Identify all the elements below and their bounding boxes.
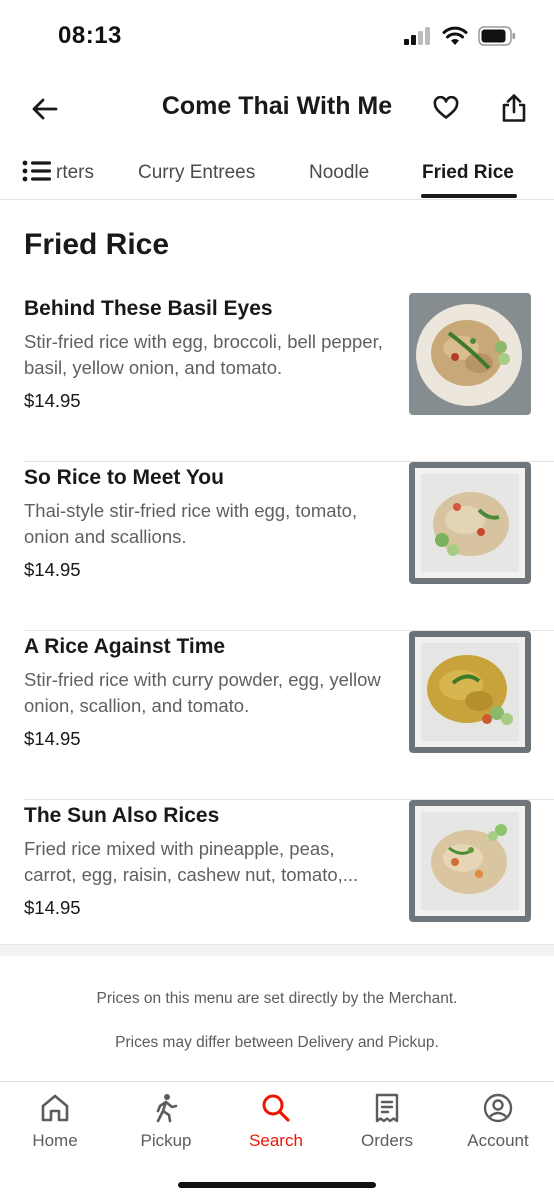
category-tabs: Starters Curry Entrees Noodle Fried Rice: [0, 150, 554, 200]
home-icon: [39, 1092, 71, 1124]
tab-curry-entrees[interactable]: Curry Entrees: [138, 162, 255, 184]
status-time: 08:13: [58, 22, 122, 49]
item-name: Behind These Basil Eyes: [24, 297, 273, 320]
signal-icon: [404, 27, 430, 45]
menu-item[interactable]: A Rice Against Time Stir-fried rice with…: [0, 631, 554, 800]
battery-icon: [478, 26, 515, 46]
item-price: $14.95: [24, 728, 81, 749]
store-header: Come Thai With Me: [0, 84, 554, 132]
share-icon: [502, 94, 526, 122]
category-list-button[interactable]: [22, 160, 56, 184]
nav-home[interactable]: Home: [5, 1092, 105, 1151]
item-name: A Rice Against Time: [24, 635, 226, 658]
nav-orders[interactable]: Orders: [337, 1092, 437, 1151]
tab-noodle[interactable]: Noodle: [309, 162, 369, 184]
receipt-icon: [371, 1092, 403, 1124]
menu-item[interactable]: Behind These Basil Eyes Stir-fried rice …: [0, 293, 554, 462]
item-name: The Sun Also Rices: [24, 804, 220, 827]
section-separator: [0, 944, 554, 956]
nav-pickup[interactable]: Pickup: [116, 1092, 216, 1151]
list-icon: [22, 160, 51, 182]
home-indicator[interactable]: [178, 1182, 376, 1188]
tab-starters[interactable]: Starters: [56, 162, 94, 184]
nav-account[interactable]: Account: [448, 1092, 548, 1151]
favorite-button[interactable]: [430, 92, 462, 124]
item-price: $14.95: [24, 897, 81, 918]
item-photo: [409, 293, 531, 415]
heart-icon: [433, 96, 459, 119]
section-title: Fried Rice: [24, 228, 170, 261]
item-photo: [409, 631, 531, 753]
pricing-disclaimer-pickup: Prices may differ between Delivery and P…: [115, 1034, 439, 1051]
nav-search[interactable]: Search: [226, 1092, 326, 1151]
wifi-icon: [442, 26, 468, 45]
tab-fried-rice[interactable]: Fried Rice: [422, 162, 514, 184]
item-price: $14.95: [24, 390, 81, 411]
menu-item[interactable]: So Rice to Meet You Thai-style stir-frie…: [0, 462, 554, 631]
item-description: Stir-fried rice with curry powder, egg, …: [24, 669, 381, 716]
status-bar: 08:13: [0, 0, 554, 72]
store-title: Come Thai With Me: [161, 92, 393, 120]
item-photo: [409, 462, 531, 584]
item-name: So Rice to Meet You: [24, 466, 224, 489]
search-icon: [260, 1092, 292, 1124]
walking-person-icon: [150, 1092, 182, 1124]
item-description: Thai-style stir-fried rice with egg, tom…: [24, 500, 358, 547]
item-description: Fried rice mixed with pineapple, peas, c…: [24, 838, 359, 885]
pricing-disclaimer: Prices on this menu are set directly by …: [96, 990, 458, 1007]
active-tab-indicator: [421, 194, 517, 198]
item-description: Stir-fried rice with egg, broccoli, bell…: [24, 331, 383, 378]
share-button[interactable]: [497, 90, 531, 126]
status-icons: [404, 26, 516, 46]
account-icon: [482, 1092, 514, 1124]
item-price: $14.95: [24, 559, 81, 580]
item-photo: [409, 800, 531, 922]
